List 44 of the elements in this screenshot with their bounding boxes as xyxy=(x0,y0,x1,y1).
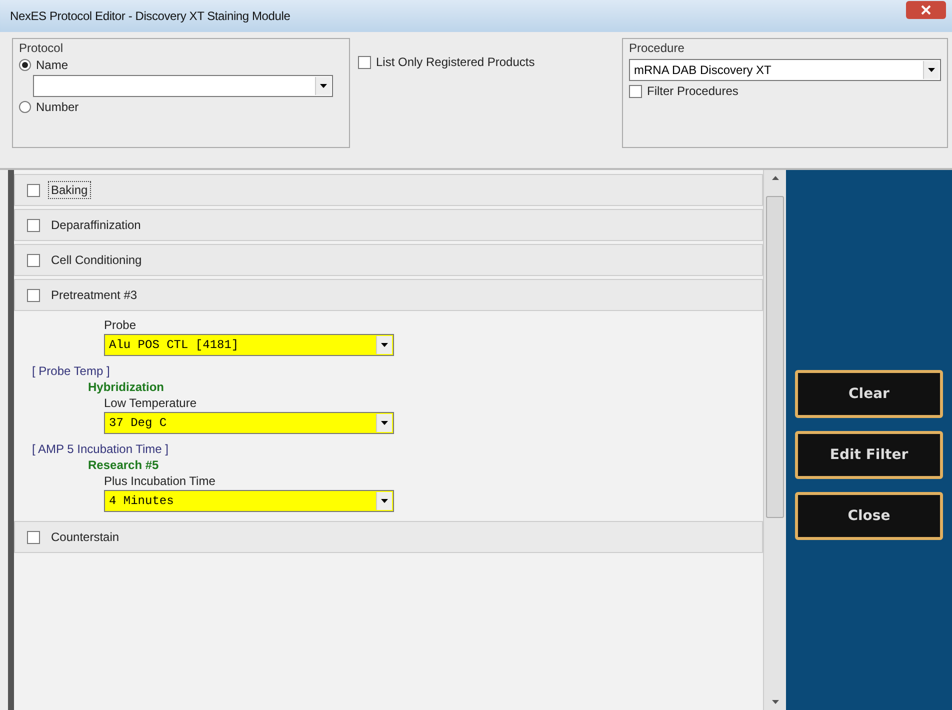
checkbox[interactable] xyxy=(27,184,40,196)
close-icon[interactable] xyxy=(906,1,946,19)
checkbox-label: List Only Registered Products xyxy=(376,55,535,69)
dropdown-field[interactable] xyxy=(33,75,333,97)
field-label: Plus Incubation Time xyxy=(104,474,216,488)
step-header[interactable]: Counterstain xyxy=(14,521,763,553)
checkbox[interactable] xyxy=(27,288,40,302)
action-button[interactable]: Clear xyxy=(795,370,943,418)
scrollbar-thumb[interactable] xyxy=(766,196,784,518)
step-header[interactable]: Deparaffinization xyxy=(14,209,763,241)
dropdown-field[interactable]: Alu POS CTL [4181] xyxy=(104,334,394,356)
step-label: Baking xyxy=(48,181,91,199)
step-label: Pretreatment #3 xyxy=(50,287,138,304)
radio-label: Number xyxy=(36,100,79,114)
action-button[interactable]: Edit Filter xyxy=(795,431,943,479)
dropdown-field[interactable]: 4 Minutes xyxy=(104,490,394,512)
group-label: Protocol xyxy=(19,41,64,55)
action-button[interactable]: Close xyxy=(795,492,943,540)
checkbox-label: Filter Procedures xyxy=(647,84,738,98)
radio-button[interactable] xyxy=(19,101,31,113)
field-label: Probe xyxy=(104,318,138,332)
checkbox[interactable] xyxy=(27,530,40,544)
window-title: NexES Protocol Editor - Discovery XT Staining Module xyxy=(10,9,290,23)
radio-label: Name xyxy=(36,58,68,72)
group-label: Procedure xyxy=(629,41,686,55)
step-header[interactable]: Pretreatment #3 xyxy=(14,279,763,311)
dropdown-field[interactable]: mRNA DAB Discovery XT xyxy=(629,59,941,81)
step-label: Deparaffinization xyxy=(50,217,142,234)
checkbox[interactable] xyxy=(27,218,40,232)
parameter-label: [ AMP 5 Incubation Time ] xyxy=(32,442,170,456)
parameter-label: [ Probe Temp ] xyxy=(32,364,111,378)
radio-button[interactable] xyxy=(19,59,31,71)
step-label: Counterstain xyxy=(50,529,120,546)
checkbox[interactable] xyxy=(27,254,40,266)
dropdown-field[interactable]: 37 Deg C xyxy=(104,412,394,434)
step-header[interactable]: Baking xyxy=(14,174,763,206)
step-label: Cell Conditioning xyxy=(50,252,143,269)
checkbox[interactable] xyxy=(629,84,642,98)
checkbox[interactable] xyxy=(358,56,371,68)
scrollbar[interactable] xyxy=(763,170,786,710)
field-label: Low Temperature xyxy=(104,396,198,410)
step-header[interactable]: Cell Conditioning xyxy=(14,244,763,276)
group-heading: Hybridization xyxy=(88,380,166,394)
group-heading: Research #5 xyxy=(88,458,160,472)
